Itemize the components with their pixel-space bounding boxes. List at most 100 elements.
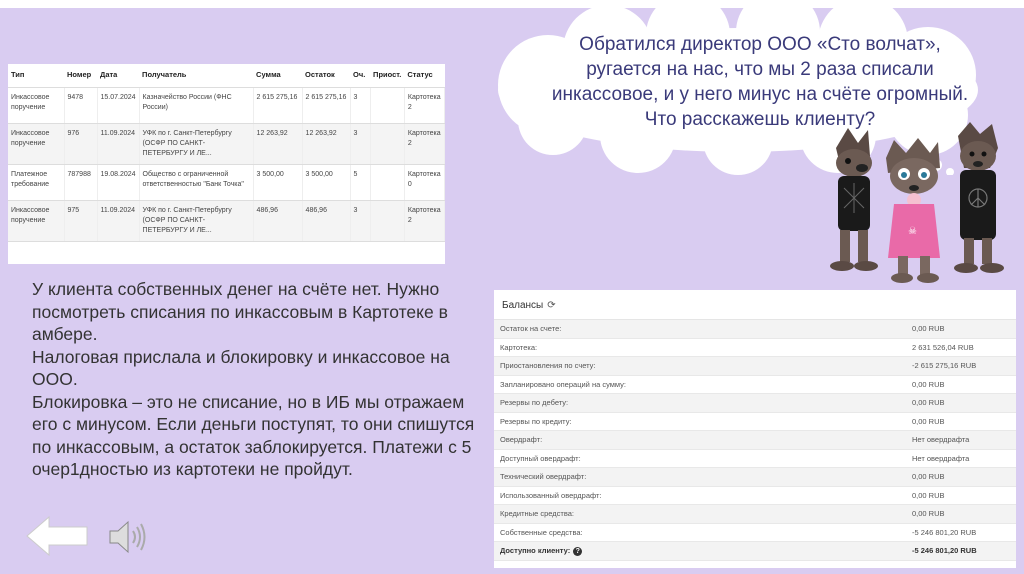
back-arrow-icon[interactable] (25, 515, 89, 557)
balance-value: -5 246 801,20 RUB (912, 527, 977, 537)
cell-recipient: УФК по г. Санкт-Петербургу (ОСФР ПО САНК… (139, 200, 254, 242)
balances-header: Балансы ⟳ (494, 290, 1016, 320)
cell-amount: 3 500,00 (253, 164, 303, 201)
balance-row: Овердрафт: Нет овердрафта (494, 431, 1016, 450)
balance-value: 0,00 RUB (912, 509, 945, 519)
client-complaint-text: Обратился директор ООО «Сто волчат», руг… (551, 34, 969, 130)
cell-date: 11.09.2024 (97, 200, 140, 242)
cell-type: Платежное требование (8, 164, 65, 201)
cell-amount: 12 263,92 (253, 123, 303, 165)
balance-row: Резервы по кредиту: 0,00 RUB (494, 413, 1016, 431)
balance-value: 2 631 526,04 RUB (912, 342, 974, 352)
balance-value: 0,00 RUB (912, 379, 945, 389)
balance-row: Доступный овердрафт: Нет овердрафта (494, 450, 1016, 468)
balance-value: -2 615 275,16 RUB (912, 361, 977, 371)
cell-priority: 3 (350, 87, 371, 124)
cell-recipient: Общество с ограниченной ответственностью… (139, 164, 254, 201)
balance-label: Приостановления по счету: (500, 361, 596, 371)
balance-label: Собственные средства: (500, 527, 583, 537)
balances-panel: Балансы ⟳ Остаток на счете: 0,00 RUB Карт… (494, 290, 1016, 568)
balance-label: Технический овердрафт: (500, 472, 587, 482)
balance-total-value: -5 246 801,20 RUB (912, 546, 977, 556)
cell-priority: 3 (350, 200, 371, 242)
balance-total-row: Доступно клиенту:? -5 246 801,20 RUB (494, 542, 1016, 561)
explanation-text: У клиента собственных денег на счёте нет… (32, 278, 492, 481)
cell-recipient: Казначейство России (ФНС России) (139, 87, 254, 124)
balances-list: Остаток на счете: 0,00 RUB Картотека: 2 63… (494, 320, 1016, 561)
balance-total-label-wrap: Доступно клиенту:? (494, 546, 912, 556)
balance-label: Доступный овердрафт: (500, 453, 581, 463)
balance-value: 0,00 RUB (912, 324, 945, 334)
table-row[interactable]: Инкассовое поручение 9478 15.07.2024 Каз… (8, 87, 445, 124)
cell-number: 976 (64, 123, 98, 165)
cell-status: Картотека 2 (404, 200, 445, 242)
balances-title: Балансы (502, 299, 544, 311)
speaker-icon[interactable] (106, 517, 148, 557)
col-type[interactable]: Тип (8, 64, 64, 88)
balance-label: Овердрафт: (500, 435, 543, 445)
cell-priority: 5 (350, 164, 371, 201)
cell-type: Инкассовое поручение (8, 87, 65, 124)
col-status[interactable]: Статус (404, 64, 445, 88)
explanation-paragraph: Блокировка – это не списание, но в ИБ мы… (32, 391, 475, 480)
balance-label: Использованный овердрафт: (500, 490, 602, 500)
cell-status: Картотека 0 (404, 164, 445, 201)
cell-type: Инкассовое поручение (8, 200, 65, 242)
col-priority[interactable]: Оч. (350, 64, 371, 88)
balance-value: 0,00 RUB (912, 398, 945, 408)
table-row[interactable]: Инкассовое поручение 976 11.09.2024 УФК … (8, 123, 445, 165)
balance-row: Картотека: 2 631 526,04 RUB (494, 339, 1016, 357)
cell-status: Картотека 2 (404, 87, 445, 124)
col-amount[interactable]: Сумма (253, 64, 303, 88)
balance-row: Использованный овердрафт: 0,00 RUB (494, 487, 1016, 505)
balance-label: Запланировано операций на сумму: (500, 379, 626, 389)
cell-suspended (370, 123, 405, 165)
balance-value: 0,00 RUB (912, 472, 945, 482)
cell-priority: 3 (350, 123, 371, 165)
help-icon[interactable]: ? (573, 546, 583, 556)
cell-suspended (370, 87, 405, 124)
cell-remainder: 486,96 (302, 200, 351, 242)
cell-number: 975 (64, 200, 98, 242)
wolf-left-figure (830, 128, 878, 271)
balance-value: Нет овердрафта (912, 435, 970, 445)
col-remainder[interactable]: Остаток (302, 64, 351, 88)
col-recipient[interactable]: Получатель (139, 64, 254, 88)
balance-row: Собственные средства: -5 246 801,20 RUB (494, 524, 1016, 542)
cell-remainder: 12 263,92 (302, 123, 351, 165)
refresh-icon[interactable]: ⟳ (547, 300, 555, 311)
cell-remainder: 3 500,00 (302, 164, 351, 201)
cell-status: Картотека 2 (404, 123, 445, 165)
cell-suspended (370, 200, 405, 242)
cell-date: 19.08.2024 (97, 164, 140, 201)
wolf-cubs-illustration: ☠ (830, 122, 1004, 283)
cell-remainder: 2 615 275,16 (302, 87, 351, 124)
cell-recipient: УФК по г. Санкт-Петербургу (ОСФР ПО САНК… (139, 123, 254, 165)
documents-table-panel: Тип Номер Дата Получатель Сумма Остаток … (8, 64, 445, 264)
balance-label: Остаток на счете: (500, 324, 562, 334)
cell-amount: 486,96 (253, 200, 303, 242)
col-suspended[interactable]: Приост. (370, 64, 405, 88)
balance-row: Запланировано операций на сумму: 0,00 RUB (494, 376, 1016, 394)
col-number[interactable]: Номер (64, 64, 97, 88)
balance-value: Нет овердрафта (912, 453, 970, 463)
cell-number: 787988 (64, 164, 98, 201)
wolf-middle-figure: ☠ (886, 138, 940, 283)
balance-row: Приостановления по счету: -2 615 275,16 R… (494, 357, 1016, 376)
table-row[interactable]: Инкассовое поручение 975 11.09.2024 УФК … (8, 200, 445, 242)
balance-row: Остаток на счете: 0,00 RUB (494, 320, 1016, 339)
balance-row: Кредитные средства: 0,00 RUB (494, 505, 1016, 524)
documents-table: Тип Номер Дата Получатель Сумма Остаток … (8, 64, 445, 242)
balance-value: 0,00 RUB (912, 416, 945, 426)
wolf-right-figure (954, 122, 1004, 273)
cell-amount: 2 615 275,16 (253, 87, 303, 124)
balance-total-label: Доступно клиенту: (500, 545, 571, 555)
balance-label: Резервы по дебету: (500, 398, 569, 408)
table-row[interactable]: Платежное требование 787988 19.08.2024 О… (8, 164, 445, 201)
explanation-paragraph: Налоговая прислала и блокировку и инкасс… (32, 346, 450, 390)
balance-value: 0,00 RUB (912, 490, 945, 500)
balance-label: Картотека: (500, 342, 538, 352)
balance-row: Резервы по дебету: 0,00 RUB (494, 394, 1016, 413)
balance-label: Кредитные средства: (500, 509, 574, 519)
col-date[interactable]: Дата (97, 64, 140, 88)
